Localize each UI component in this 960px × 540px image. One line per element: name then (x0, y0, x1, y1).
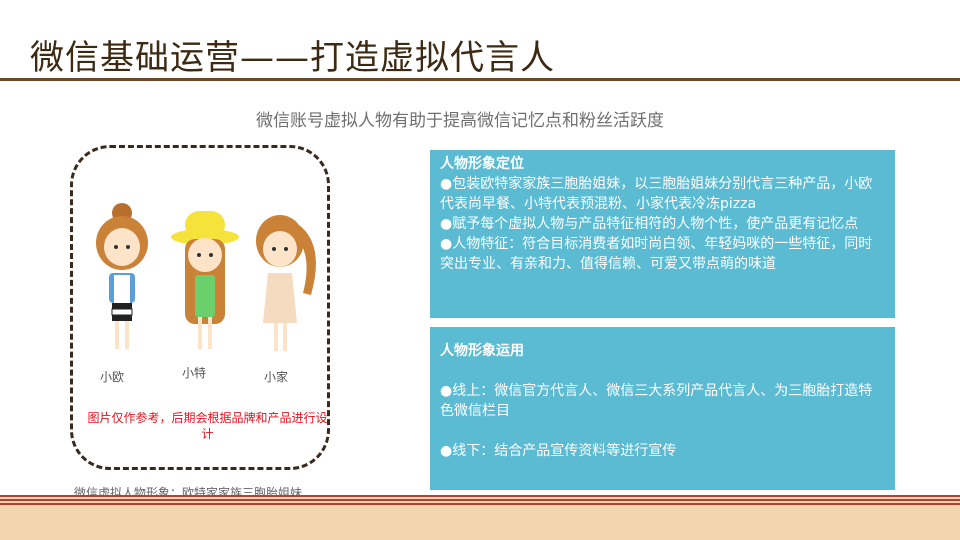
figure-label-xiaojia: 小家 (264, 370, 289, 384)
positioning-line-2: ●赋予每个虚拟人物与产品特征相符的人物个性，使产品更有记忆点 (440, 216, 859, 232)
design-note: 图片仅作参考，后期会根据品牌和产品进行设计 (87, 411, 328, 441)
page-subtitle: 微信账号虚拟人物有助于提高微信记忆点和粉丝活跃度 (256, 111, 664, 131)
floor-stripes (0, 495, 960, 507)
title-divider (0, 78, 960, 81)
positioning-line-3: ●人物特征：符合目标消费者如时尚白领、年轻妈咪的一些特征，同时突出专业、有亲和力… (440, 236, 873, 272)
triplets-illustration (96, 203, 316, 351)
application-box: 人物形象运用 ●线上：微信官方代言人、微信三大系列产品代言人、为三胞胎打造特色微… (430, 327, 895, 490)
positioning-heading: 人物形象定位 (440, 156, 524, 172)
figure-label-xiaoou: 小欧 (100, 370, 125, 384)
page-title: 微信基础运营——打造虚拟代言人 (30, 38, 555, 78)
figure-xiaoou (96, 203, 148, 349)
positioning-box: 人物形象定位 ●包装欧特家家族三胞胎姐妹，以三胞胎姐妹分别代言三种产品，小欧代表… (430, 150, 895, 318)
positioning-line-1: ●包装欧特家家族三胞胎姐妹，以三胞胎姐妹分别代言三种产品，小欧代表尚早餐、小特代… (440, 176, 873, 212)
application-line-2: ●线下：结合产品宣传资料等进行宣传 (440, 443, 677, 459)
figure-label-xiaote: 小特 (182, 366, 207, 380)
figure-xiaojia (256, 215, 316, 351)
character-illustrations (85, 195, 325, 360)
figure-xiaote (171, 211, 239, 349)
application-line-1: ●线上：微信官方代言人、微信三大系列产品代言人、为三胞胎打造特色微信栏目 (440, 383, 873, 419)
application-heading: 人物形象运用 (440, 343, 524, 359)
